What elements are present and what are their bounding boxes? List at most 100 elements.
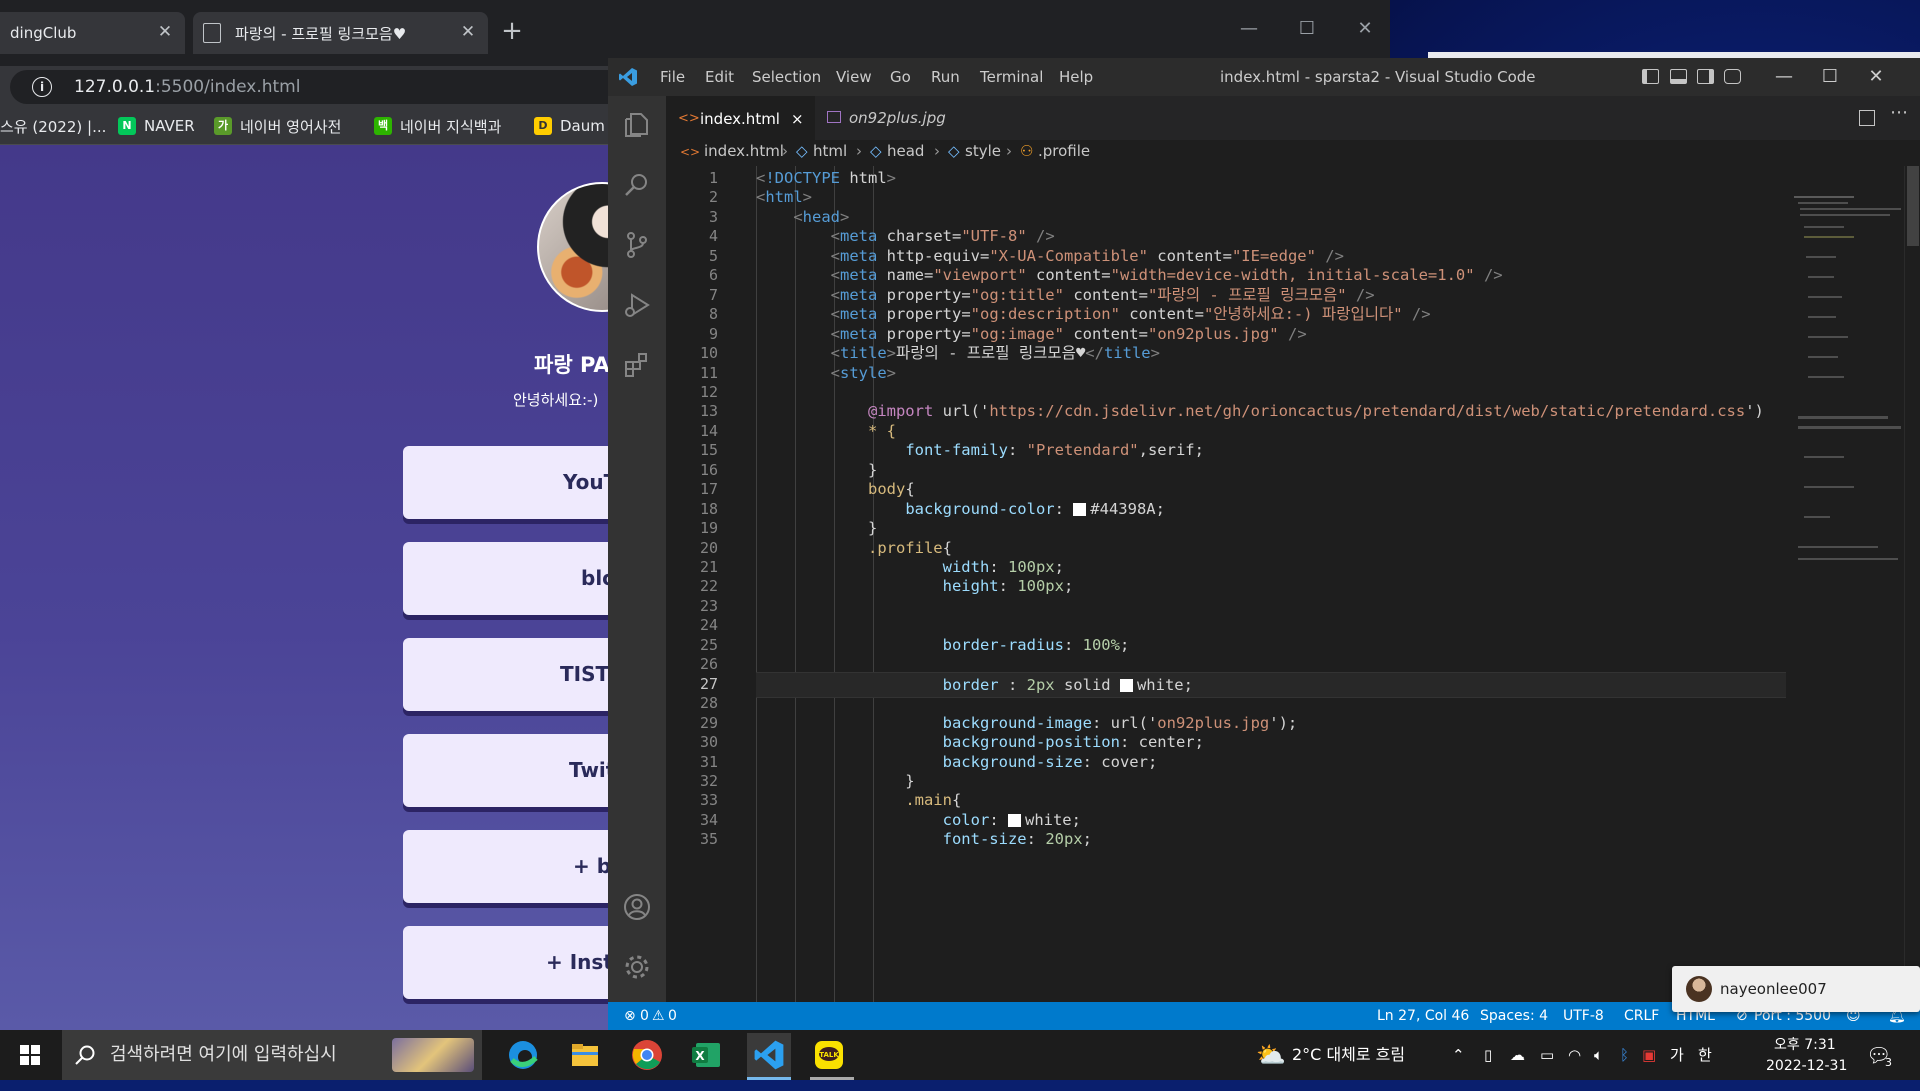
chevron-up-icon[interactable]: ⌃ xyxy=(1452,1030,1465,1080)
kakaotalk-icon[interactable]: TALK xyxy=(810,1036,848,1074)
address-bar[interactable]: i 127.0.0.1 :5500/index.html xyxy=(10,70,630,104)
minimap[interactable] xyxy=(1786,166,1910,1002)
bookmark-label: 스유 (2022) |... xyxy=(0,117,107,136)
line-number: 35 xyxy=(699,830,718,849)
user-toast[interactable]: nayeonlee007 xyxy=(1672,966,1920,1012)
vscode-titlebar: File Edit Selection View Go Run Terminal… xyxy=(608,58,1920,96)
ime-language[interactable]: 한 xyxy=(1698,1030,1712,1080)
activity-bar xyxy=(608,96,666,1010)
search-icon[interactable] xyxy=(622,170,652,200)
end-of-line[interactable]: CRLF xyxy=(1624,1002,1659,1030)
bookmark-item[interactable]: 가 네이버 영어사전 xyxy=(214,108,341,144)
link-button-tistory[interactable]: TIST xyxy=(403,638,610,711)
extensions-icon[interactable] xyxy=(622,350,652,380)
volume-icon[interactable]: 🔈︎ xyxy=(1594,1030,1603,1080)
explorer-icon[interactable] xyxy=(622,110,652,140)
split-editor-icon[interactable] xyxy=(1859,110,1875,126)
menu-file[interactable]: File xyxy=(660,58,685,96)
vscode-logo-icon xyxy=(619,68,637,86)
profile-name: 파랑 PA xyxy=(534,353,610,377)
link-button-instagram[interactable]: + Insta xyxy=(403,926,610,999)
run-debug-icon[interactable] xyxy=(622,290,652,320)
error-count[interactable]: 0 xyxy=(640,1002,649,1030)
dictionary-icon: 가 xyxy=(214,117,232,135)
tray-app-icon[interactable]: ▣ xyxy=(1642,1030,1656,1080)
bookmark-item[interactable]: 스유 (2022) |... xyxy=(0,108,106,144)
weather-cloud-icon[interactable]: ⛅ xyxy=(1256,1030,1286,1080)
accounts-icon[interactable] xyxy=(622,892,652,922)
ime-mode[interactable]: 가 xyxy=(1670,1030,1684,1080)
bookmark-item[interactable]: D Daum xyxy=(534,108,605,144)
link-button-blog[interactable]: blo xyxy=(403,542,610,615)
breadcrumb-item[interactable]: html xyxy=(813,142,847,160)
device-icon[interactable]: ▯ xyxy=(1484,1030,1492,1080)
bookmark-item[interactable]: N NAVER xyxy=(118,108,195,144)
taskbar-search[interactable]: 검색하려면 여기에 입력하십시 xyxy=(62,1030,482,1080)
browser-tab[interactable]: dingClub ✕ xyxy=(0,12,185,54)
encoding[interactable]: UTF-8 xyxy=(1563,1002,1604,1030)
close-icon[interactable]: ✕ xyxy=(155,22,175,42)
tab-on92plus-jpg[interactable]: on92plus.jpg xyxy=(815,96,975,140)
code-editor[interactable]: <!DOCTYPE html> <html> <head> <meta chars… xyxy=(756,166,1786,1002)
link-button-twitter[interactable]: Twit xyxy=(403,734,610,807)
battery-icon[interactable]: ▭ xyxy=(1540,1030,1554,1080)
info-icon[interactable]: i xyxy=(32,77,52,97)
maximize-icon[interactable]: ☐ xyxy=(1807,58,1853,96)
menu-terminal[interactable]: Terminal xyxy=(980,58,1043,96)
clock-date[interactable]: 2022-12-31 xyxy=(1766,1041,1847,1091)
browser-tab-active[interactable]: 파랑의 - 프로필 링크모음♥ ✕ xyxy=(193,12,488,54)
indentation[interactable]: Spaces: 4 xyxy=(1480,1002,1548,1030)
menu-run[interactable]: Run xyxy=(931,58,960,96)
menu-selection[interactable]: Selection xyxy=(752,58,821,96)
breadcrumb-item[interactable]: index.html xyxy=(704,142,784,160)
cursor-position[interactable]: Ln 27, Col 46 xyxy=(1377,1002,1469,1030)
chrome-icon[interactable] xyxy=(628,1036,666,1074)
close-icon[interactable]: ✕ xyxy=(458,22,478,42)
minimize-icon[interactable]: — xyxy=(1761,58,1807,96)
vscode-taskbar-icon[interactable] xyxy=(747,1033,791,1077)
close-icon[interactable]: × xyxy=(791,97,804,141)
menu-help[interactable]: Help xyxy=(1059,58,1093,96)
menu-go[interactable]: Go xyxy=(890,58,911,96)
edge-icon[interactable] xyxy=(504,1036,542,1074)
breadcrumb-item[interactable]: .profile xyxy=(1038,142,1090,160)
vscode-window: File Edit Selection View Go Run Terminal… xyxy=(608,58,1920,1030)
maximize-icon[interactable]: ☐ xyxy=(1284,14,1330,44)
bookmark-label: 네이버 지식백과 xyxy=(400,117,502,136)
profile-intro: 안녕하세요:-) xyxy=(513,391,599,409)
toggle-secondary-sidebar-icon[interactable] xyxy=(1697,69,1714,84)
new-tab-icon[interactable]: + xyxy=(500,18,524,44)
close-window-icon[interactable]: ✕ xyxy=(1853,58,1899,96)
file-explorer-icon[interactable] xyxy=(566,1036,604,1074)
tab-index-html[interactable]: <> index.html × xyxy=(666,96,815,140)
breadcrumb-item[interactable]: head xyxy=(887,142,924,160)
minimize-icon[interactable]: — xyxy=(1226,14,1272,44)
menu-edit[interactable]: Edit xyxy=(705,58,734,96)
editor-scrollbar[interactable] xyxy=(1904,166,1920,1002)
web-page: 파랑 PA 안녕하세요:-) YouT blo TIST Twit + bl +… xyxy=(0,145,610,1030)
toggle-panel-icon[interactable] xyxy=(1670,69,1687,84)
bookmark-item[interactable]: 백 네이버 지식백과 xyxy=(374,108,501,144)
wifi-icon[interactable]: ◠ xyxy=(1568,1030,1581,1080)
bluetooth-icon[interactable]: ᛒ xyxy=(1620,1030,1629,1080)
excel-icon[interactable]: X xyxy=(688,1036,726,1074)
toggle-sidebar-icon[interactable] xyxy=(1642,69,1659,84)
link-button-blog-plus[interactable]: + bl xyxy=(403,830,610,903)
tab-label: on92plus.jpg xyxy=(849,109,946,127)
scrollbar-thumb[interactable] xyxy=(1907,166,1919,246)
customize-layout-icon[interactable] xyxy=(1724,69,1741,84)
breadcrumb-item[interactable]: style xyxy=(965,142,1001,160)
link-button-youtube[interactable]: YouT xyxy=(403,446,610,519)
warning-icon[interactable]: ⚠ xyxy=(652,1002,665,1030)
more-actions-icon[interactable]: ⋯ xyxy=(1890,102,1909,123)
cloud-icon[interactable]: ☁ xyxy=(1510,1030,1525,1080)
weather-text[interactable]: 2°C 대체로 흐림 xyxy=(1292,1030,1405,1080)
warning-count[interactable]: 0 xyxy=(668,1002,677,1030)
source-control-icon[interactable] xyxy=(622,230,652,260)
windows-start-icon[interactable] xyxy=(20,1045,40,1065)
close-window-icon[interactable]: ✕ xyxy=(1342,14,1388,44)
error-icon[interactable]: ⊗ xyxy=(624,1002,636,1030)
menu-view[interactable]: View xyxy=(836,58,872,96)
element-icon: ◇ xyxy=(948,142,960,160)
settings-gear-icon[interactable] xyxy=(622,952,652,982)
